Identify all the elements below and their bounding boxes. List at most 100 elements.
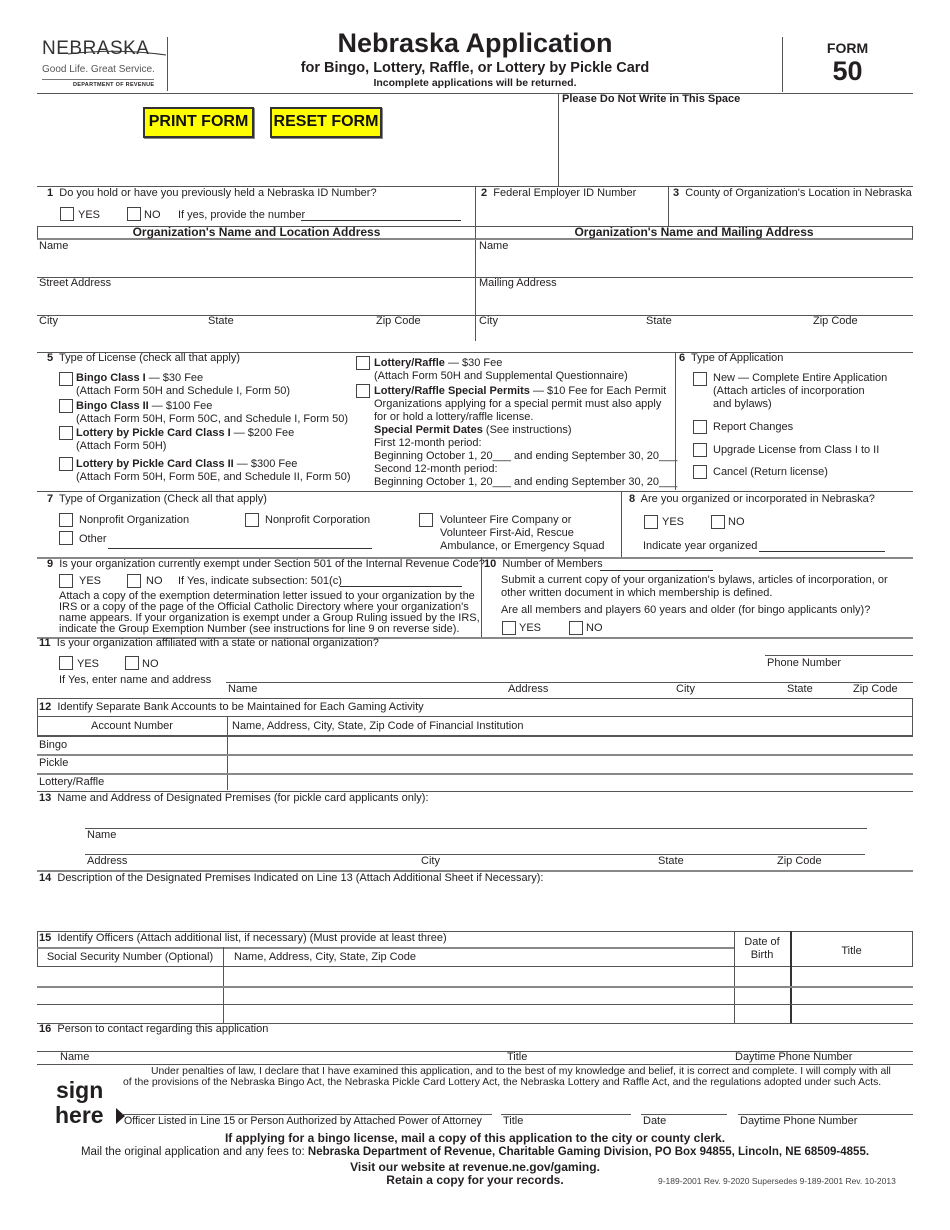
license-pickle-class-1-note: (Attach Form 50H) bbox=[76, 440, 167, 452]
location-street-input[interactable] bbox=[39, 290, 471, 312]
q9-subsection-input[interactable] bbox=[340, 586, 462, 587]
q1-id-number-input[interactable] bbox=[301, 220, 461, 221]
q12-row-lottery-raffle: Lottery/Raffle bbox=[39, 776, 105, 788]
org-volunteer-checkbox[interactable] bbox=[419, 513, 433, 527]
license-bingo-class-2-note: (Attach Form 50H, Form 50C, and Schedule… bbox=[76, 413, 349, 425]
license-bingo-class-1-checkbox[interactable] bbox=[59, 372, 73, 386]
q13-name-input[interactable] bbox=[87, 808, 865, 828]
q11-city-label: City bbox=[676, 683, 695, 695]
q15-col-name: Name, Address, City, State, Zip Code bbox=[234, 951, 416, 963]
application-report-changes-checkbox[interactable] bbox=[693, 420, 707, 434]
q8-year-input[interactable] bbox=[759, 551, 885, 552]
officer-signature-label: Officer Listed in Line 15 or Person Auth… bbox=[124, 1115, 482, 1127]
q10-members-input[interactable] bbox=[600, 570, 713, 571]
q10-yes-label: YES bbox=[519, 622, 542, 634]
mailing-city-label: City bbox=[479, 315, 498, 327]
mailing-name-input[interactable] bbox=[479, 253, 909, 275]
q13-city-label: City bbox=[421, 855, 440, 867]
license-bingo-class-2-label: Bingo Class II — $100 Fee bbox=[76, 400, 213, 412]
org-nonprofit-corporation-label: Nonprofit Corporation bbox=[265, 514, 371, 526]
q9-subsection-label: If Yes, indicate subsection: 501(c) bbox=[178, 575, 342, 587]
application-new-note: (Attach articles of incorporation bbox=[713, 385, 865, 397]
q10-no-checkbox[interactable] bbox=[569, 621, 583, 635]
application-cancel-checkbox[interactable] bbox=[693, 465, 707, 479]
q12-col-account: Account Number bbox=[91, 720, 173, 732]
officer-signature-input[interactable] bbox=[124, 1096, 490, 1114]
license-pickle-class-1-label: Lottery by Pickle Card Class I — $200 Fe… bbox=[76, 427, 295, 439]
mailing-state-label: State bbox=[646, 315, 672, 327]
license-special-permits-note-2: for or hold a lottery/raffle license. bbox=[374, 411, 534, 423]
q7-top-rule bbox=[37, 491, 913, 492]
q15-officer-row-3[interactable] bbox=[37, 1005, 913, 1022]
license-pickle-class-2-checkbox[interactable] bbox=[59, 457, 73, 471]
location-city-label: City bbox=[39, 315, 58, 327]
signer-title-input[interactable] bbox=[503, 1096, 630, 1114]
q15-officer-row-2[interactable] bbox=[37, 988, 913, 1004]
q15-col-dob: Date of Birth bbox=[744, 936, 780, 961]
q12-lottery-institution-input[interactable] bbox=[230, 776, 910, 790]
license-bingo-class-2-checkbox[interactable] bbox=[59, 399, 73, 413]
signature-date-input[interactable] bbox=[643, 1096, 725, 1114]
org-nonprofit-organization-checkbox[interactable] bbox=[59, 513, 73, 527]
org-other-input[interactable] bbox=[108, 548, 372, 549]
application-upgrade-checkbox[interactable] bbox=[693, 443, 707, 457]
office-use-border bbox=[558, 93, 559, 186]
website-notice[interactable]: Visit our website at revenue.ne.gov/gami… bbox=[37, 1160, 913, 1174]
license-special-permits-note: Organizations applying for a special per… bbox=[374, 398, 662, 410]
q9-note-line-4: indicate the Group Exemption Number (see… bbox=[59, 623, 460, 635]
q9-yes-checkbox[interactable] bbox=[59, 574, 73, 588]
org-volunteer-label: Volunteer Fire Company or bbox=[440, 514, 572, 526]
sign-label: sign bbox=[56, 1077, 104, 1103]
q3-county-input[interactable] bbox=[671, 200, 911, 225]
org-other-label: Other bbox=[79, 533, 107, 545]
mailing-heading: Organization's Name and Mailing Address bbox=[574, 225, 814, 239]
form-revision: 9-189-2001 Rev. 9-2020 Supersedes 9-189-… bbox=[658, 1176, 896, 1186]
q11-yes-checkbox[interactable] bbox=[59, 656, 73, 670]
q9-no-checkbox[interactable] bbox=[127, 574, 141, 588]
q8-no-checkbox[interactable] bbox=[711, 515, 725, 529]
location-city-input[interactable] bbox=[39, 328, 471, 350]
q16-phone-label: Daytime Phone Number bbox=[735, 1051, 853, 1063]
q6-left-border bbox=[675, 352, 676, 490]
reset-form-button[interactable]: RESET FORM bbox=[270, 107, 382, 138]
license-pickle-class-2-label: Lottery by Pickle Card Class II — $300 F… bbox=[76, 458, 298, 470]
mailing-street-input[interactable] bbox=[479, 290, 909, 312]
q12-header-rule bbox=[37, 716, 913, 717]
q15-officer-row-1[interactable] bbox=[37, 968, 913, 986]
location-name-input[interactable] bbox=[39, 253, 471, 275]
logo-separator bbox=[167, 37, 168, 91]
incomplete-notice: Incomplete applications will be returned… bbox=[373, 77, 577, 89]
q11-affiliation-input[interactable] bbox=[228, 660, 758, 680]
q12-col-divider bbox=[227, 716, 228, 790]
q8-yes-checkbox[interactable] bbox=[644, 515, 658, 529]
print-form-button[interactable]: PRINT FORM bbox=[143, 107, 254, 138]
license-pickle-class-1-checkbox[interactable] bbox=[59, 426, 73, 440]
logo-swoosh-icon bbox=[68, 50, 167, 56]
q11-if-yes-label: If Yes, enter name and address bbox=[59, 674, 212, 686]
signer-phone-input[interactable] bbox=[740, 1096, 912, 1114]
q13-address-input[interactable] bbox=[87, 835, 865, 853]
q11-no-checkbox[interactable] bbox=[125, 656, 139, 670]
q12-pickle-institution-input[interactable] bbox=[230, 757, 910, 773]
q2-fein-input[interactable] bbox=[478, 200, 666, 225]
org-nonprofit-corporation-checkbox[interactable] bbox=[245, 513, 259, 527]
license-special-permits-checkbox[interactable] bbox=[356, 384, 370, 398]
q10-yes-checkbox[interactable] bbox=[502, 621, 516, 635]
first-period-range[interactable]: Beginning October 1, 20___ and ending Se… bbox=[374, 450, 677, 463]
application-new-checkbox[interactable] bbox=[693, 372, 707, 386]
q6-label: 6 Type of Application bbox=[679, 352, 784, 364]
q11-phone-label: Phone Number bbox=[767, 657, 841, 669]
q14-description-input[interactable] bbox=[39, 887, 911, 927]
q3-label: 3 County of Organization's Location in N… bbox=[673, 187, 912, 199]
q2-left-border bbox=[475, 186, 476, 341]
q9-no-label: NO bbox=[146, 575, 163, 587]
mailing-city-input[interactable] bbox=[479, 328, 909, 350]
q12-bingo-institution-input[interactable] bbox=[230, 738, 910, 754]
q1-yes-checkbox[interactable] bbox=[60, 207, 74, 221]
q16-contact-input[interactable] bbox=[39, 1035, 911, 1050]
org-other-checkbox[interactable] bbox=[59, 531, 73, 545]
license-special-permits-label: Lottery/Raffle Special Permits — $10 Fee… bbox=[374, 385, 667, 397]
second-period-range[interactable]: Beginning October 1, 20___ and ending Se… bbox=[374, 476, 677, 489]
license-lottery-raffle-checkbox[interactable] bbox=[356, 356, 370, 370]
q1-no-checkbox[interactable] bbox=[127, 207, 141, 221]
